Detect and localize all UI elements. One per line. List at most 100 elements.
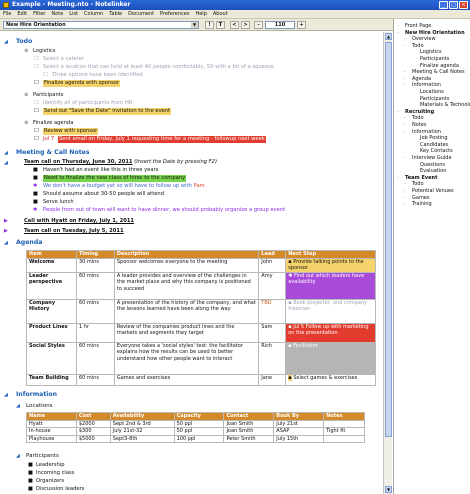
- sidebar-item[interactable]: Training: [412, 201, 432, 208]
- menu-preferences[interactable]: Preferences: [160, 11, 189, 17]
- menu-list[interactable]: List: [69, 11, 78, 17]
- table-cell[interactable]: Sept3-8th: [109, 434, 175, 443]
- table-cell[interactable]: Tight fit: [323, 427, 365, 436]
- collapse-triangle-icon[interactable]: ◢: [16, 403, 20, 410]
- table-cell[interactable]: 60 mins: [75, 298, 115, 324]
- table-row[interactable]: Leader perspective 60 mins A leader prov…: [26, 271, 376, 300]
- checkbox-icon[interactable]: ☐: [43, 72, 48, 79]
- zoom-out-button[interactable]: -: [254, 21, 263, 29]
- table-cell[interactable]: Everyone takes a 'social styles' test: t…: [113, 341, 260, 375]
- menu-about[interactable]: About: [213, 11, 228, 17]
- table-cell[interactable]: Peter Smith: [223, 434, 275, 443]
- table-cell[interactable]: Company History: [26, 298, 77, 324]
- sidebar-item[interactable]: Participants: [420, 96, 449, 103]
- table-cell[interactable]: 50 ppl: [173, 419, 225, 428]
- table-cell[interactable]: 60 mins: [75, 373, 115, 386]
- sidebar-item[interactable]: Todo: [412, 43, 424, 50]
- table-cell[interactable]: Playhouse: [26, 434, 77, 443]
- table-row[interactable]: Hyatt $2000 Sept 2nd & 3rd 50 ppl Joan S…: [26, 419, 365, 428]
- checkbox-icon[interactable]: ☐: [34, 64, 39, 71]
- sidebar-item[interactable]: Notes: [412, 122, 426, 129]
- scroll-thumb[interactable]: [385, 42, 392, 437]
- menu-note[interactable]: Note: [51, 11, 63, 17]
- sidebar-item[interactable]: Evaluation: [420, 168, 446, 175]
- sidebar-item[interactable]: Job Posting: [420, 135, 448, 142]
- table-row[interactable]: In-house $300 July 21st-32 50 ppl Joan S…: [26, 427, 365, 436]
- circle-toggle-icon[interactable]: ⊕: [24, 120, 28, 127]
- checkbox-icon[interactable]: ☐: [34, 108, 39, 115]
- table-cell[interactable]: Games and exercises: [113, 373, 260, 386]
- table-cell[interactable]: In-house: [26, 427, 77, 436]
- breadcrumb[interactable]: New Hire Orientation ▼: [3, 21, 199, 29]
- table-cell[interactable]: Team Building: [26, 373, 77, 386]
- table-cell[interactable]: Hyatt: [26, 419, 77, 428]
- sidebar-item[interactable]: Finalize agenda: [420, 63, 459, 70]
- table-cell[interactable]: July 21st: [273, 419, 325, 428]
- table-cell[interactable]: Jane: [258, 373, 287, 386]
- checkbox-icon[interactable]: ☐: [34, 80, 39, 87]
- zoom-in-button[interactable]: +: [297, 21, 306, 29]
- table-cell[interactable]: Product Lines: [26, 322, 77, 343]
- sidebar-item[interactable]: Agenda: [412, 76, 431, 83]
- close-button[interactable]: ×: [459, 1, 468, 9]
- sidebar-item[interactable]: Front Page: [405, 23, 431, 30]
- table-cell[interactable]: [323, 434, 365, 443]
- menu-column[interactable]: Column: [84, 11, 103, 17]
- table-row[interactable]: Team Building 60 mins Games and exercise…: [26, 373, 376, 386]
- menu-edit[interactable]: Edit: [17, 11, 27, 17]
- checkbox-icon[interactable]: ☐: [34, 56, 39, 63]
- menu-document[interactable]: Document: [128, 11, 154, 17]
- sidebar-item[interactable]: Potential Venues: [412, 188, 454, 195]
- circle-toggle-icon[interactable]: ⊕: [24, 92, 28, 99]
- collapse-triangle-icon[interactable]: ◢: [4, 160, 8, 167]
- table-row[interactable]: Playhouse $5000 Sept3-8th 100 ppl Peter …: [26, 434, 365, 443]
- sidebar-item[interactable]: Participants: [420, 56, 449, 63]
- minimize-button[interactable]: _: [439, 1, 448, 9]
- sidebar-item[interactable]: Candidates: [420, 142, 448, 149]
- table-row[interactable]: Product Lines 1 hr Review of the compani…: [26, 322, 376, 343]
- chevron-down-icon[interactable]: ▼: [191, 22, 198, 28]
- table-cell[interactable]: 1 hr: [75, 322, 115, 343]
- table-cell[interactable]: $2000: [75, 419, 111, 428]
- table-cell[interactable]: ▪ Facilitator: [285, 341, 376, 375]
- table-cell[interactable]: Rich: [258, 341, 287, 375]
- table-cell[interactable]: Joan Smith: [223, 427, 275, 436]
- table-cell[interactable]: ▪ Provide talking points to the sponsor: [285, 257, 376, 273]
- sidebar-item[interactable]: Todo: [412, 181, 424, 188]
- forward-button[interactable]: >: [241, 21, 250, 29]
- table-row[interactable]: Company History 60 mins A presentation o…: [26, 298, 376, 324]
- menu-table[interactable]: Table: [109, 11, 122, 17]
- table-cell[interactable]: ▪ Jul 5 Follow up with marketing on the …: [285, 322, 376, 343]
- priority-button[interactable]: !: [205, 21, 214, 29]
- table-cell[interactable]: ▪ Book projector, and company historian: [285, 298, 376, 324]
- table-cell[interactable]: Leader perspective: [26, 271, 77, 300]
- table-cell[interactable]: Review of the companies product lines an…: [113, 322, 260, 343]
- table-cell[interactable]: A presentation of the history of the com…: [113, 298, 260, 324]
- table-cell[interactable]: ✱ Find out which leaders have availabili…: [285, 271, 376, 300]
- document-pane[interactable]: ◢ Todo ⊕ Logistics ☐ Select a caterer ☐ …: [0, 32, 383, 494]
- sidebar-item[interactable]: Locations: [420, 89, 444, 96]
- table-cell[interactable]: A leader provides and overview of the ch…: [113, 271, 260, 300]
- menu-filter[interactable]: Filter: [33, 11, 45, 17]
- text-format-button[interactable]: T: [216, 21, 225, 29]
- table-cell[interactable]: 30 mins: [75, 257, 115, 273]
- sidebar-item[interactable]: Interview Guide: [412, 155, 452, 162]
- circle-toggle-icon[interactable]: ⊕: [24, 48, 28, 55]
- agenda-table[interactable]: Item Timing Description Lead Next Step W…: [26, 250, 376, 386]
- checkbox-icon[interactable]: ☐: [34, 100, 39, 107]
- table-cell[interactable]: 100 ppl: [173, 434, 225, 443]
- scroll-up-icon[interactable]: ▲: [385, 33, 392, 40]
- table-cell[interactable]: ▪ Select games & exercises: [285, 373, 376, 386]
- sidebar-item[interactable]: Team Event: [405, 175, 437, 182]
- table-cell[interactable]: Sponsor welcomes everyone to the meeting: [113, 257, 260, 273]
- table-row[interactable]: Welcome 30 mins Sponsor welcomes everyon…: [26, 257, 376, 273]
- table-cell[interactable]: $5000: [75, 434, 111, 443]
- table-cell[interactable]: July 21st-32: [109, 427, 175, 436]
- sidebar-item[interactable]: Questions: [420, 162, 445, 169]
- table-cell[interactable]: July 15th: [273, 434, 325, 443]
- checkbox-icon[interactable]: ☐: [34, 128, 39, 135]
- sidebar-item[interactable]: Games: [412, 195, 430, 202]
- table-cell[interactable]: Joan Smith: [223, 419, 275, 428]
- sidebar-item[interactable]: Key Contacts: [420, 148, 453, 155]
- zoom-level[interactable]: 110: [265, 21, 295, 29]
